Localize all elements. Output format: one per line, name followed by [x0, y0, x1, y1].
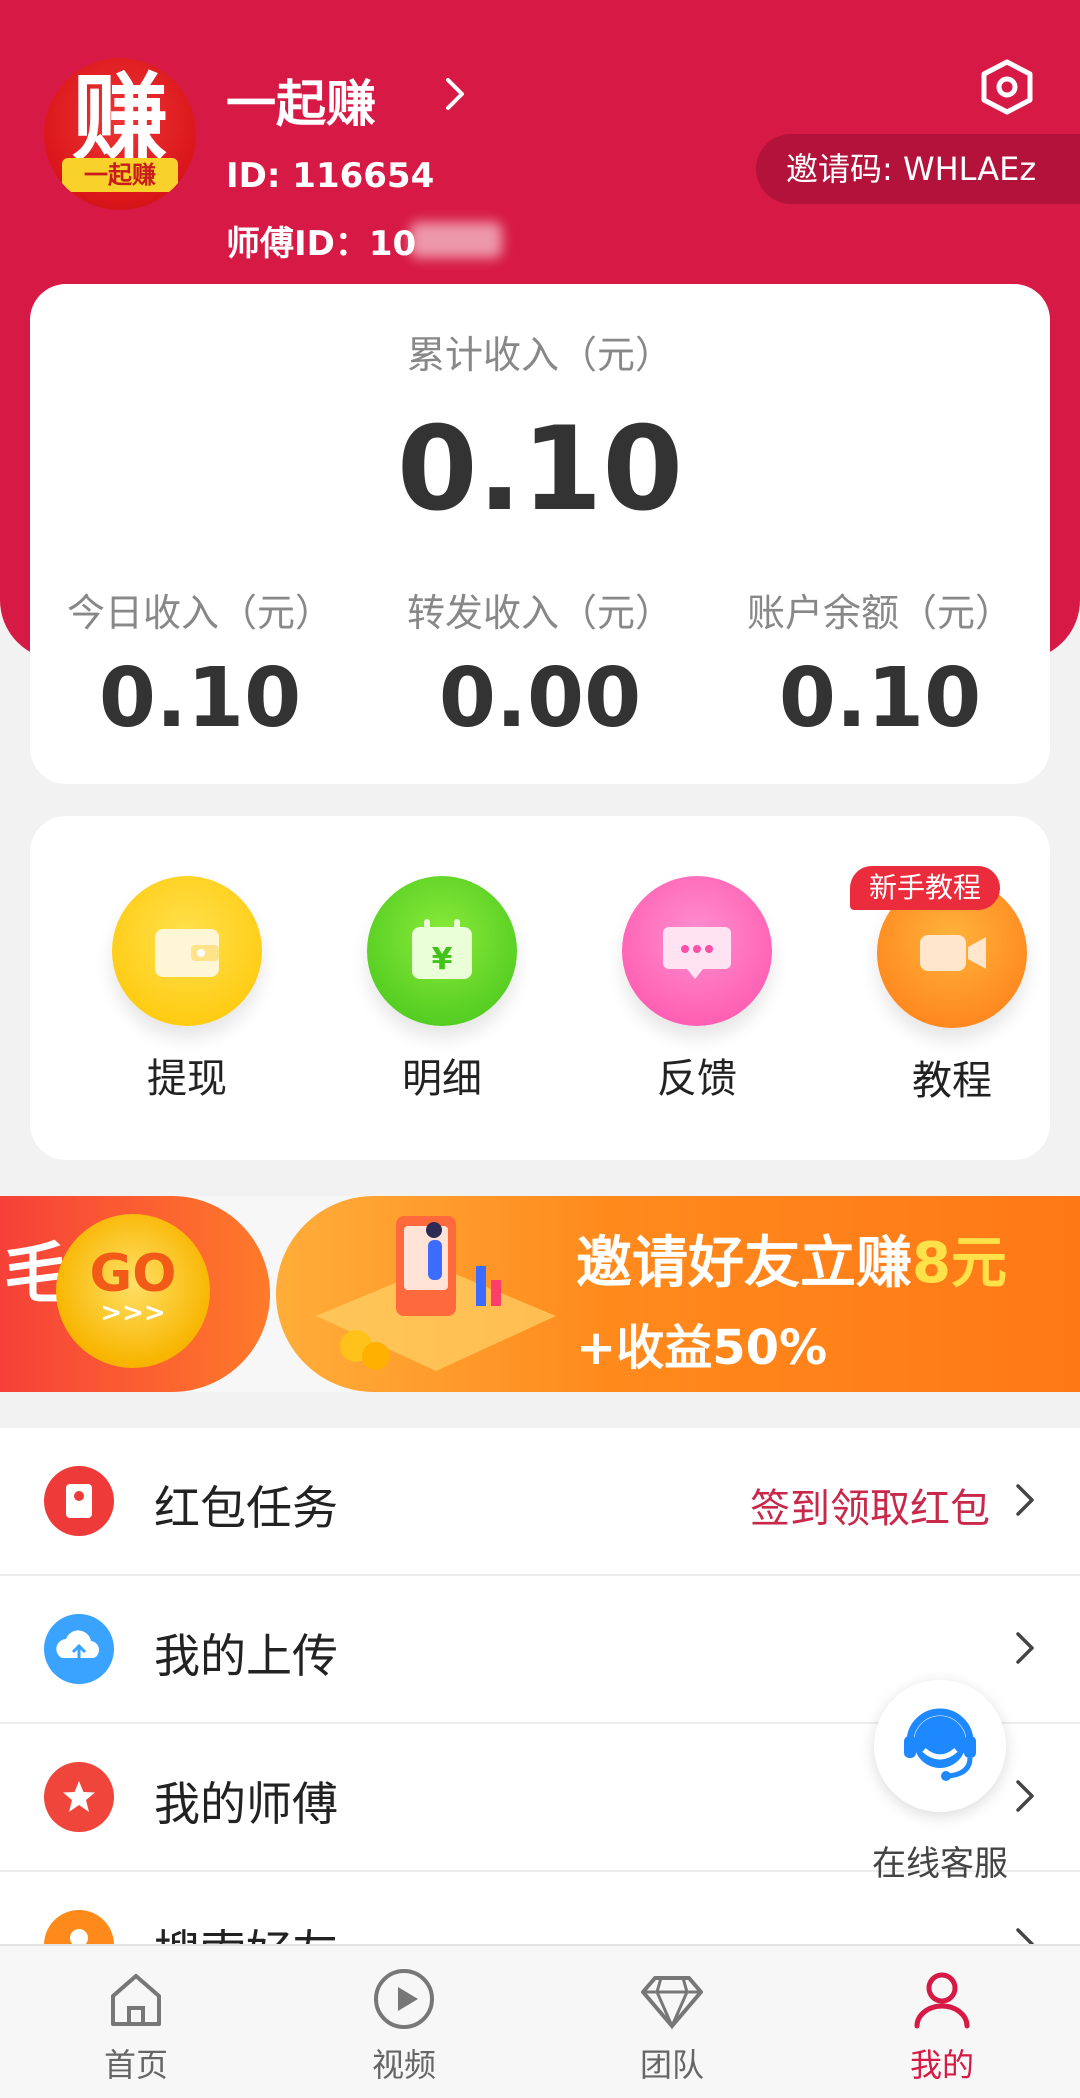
menu-item-hint: 签到领取红包	[750, 1486, 990, 1532]
play-icon	[374, 1969, 434, 2029]
stat-value: 0.10	[778, 651, 982, 746]
masked-id-blur	[410, 222, 502, 258]
banner-title-highlight: 8元	[912, 1231, 1007, 1296]
chevron-right-icon	[1016, 1780, 1034, 1812]
banner-title: 邀请好友立赚8元	[576, 1218, 1007, 1299]
user-id: ID: 116654	[226, 156, 435, 196]
invite-code-pill[interactable]: 邀请码: WHLAEz	[756, 134, 1080, 204]
stat-label: 转发收入（元）	[406, 591, 673, 635]
svg-text:¥: ¥	[432, 942, 453, 977]
tab-label: 视频	[371, 2046, 436, 2084]
earnings-card: 累计收入（元） 0.10 今日收入（元） 0.10 转发收入（元） 0.00 账…	[30, 284, 1050, 784]
tab-team[interactable]: 团队	[572, 1964, 772, 2086]
menu-item-label: 红包任务	[154, 1481, 338, 1535]
avatar-ribbon: 一起赚	[62, 158, 178, 192]
chevron-right-icon	[1016, 1484, 1034, 1516]
tab-mine[interactable]: 我的	[842, 1964, 1042, 2086]
function-label: 明细	[402, 1056, 482, 1102]
feedback-button[interactable]: 反馈	[597, 876, 797, 1104]
settings-hexagon-icon[interactable]	[980, 58, 1034, 116]
account-balance: 账户余额（元） 0.10	[710, 582, 1050, 746]
banner-illustration	[316, 1216, 556, 1371]
wallet-icon	[155, 929, 219, 977]
bottom-tab-bar: 首页 视频 团队 我的	[0, 1944, 1080, 2098]
tab-label: 首页	[103, 2046, 168, 2084]
user-name[interactable]: 一起赚	[226, 64, 376, 136]
go-arrows: >>>	[100, 1298, 166, 1328]
chevron-right-icon	[1016, 1632, 1034, 1664]
headset-agent-icon	[904, 1708, 976, 1781]
details-circle: ¥	[367, 876, 517, 1026]
total-income-value: 0.10	[396, 402, 684, 537]
calendar-yen-icon: ¥	[412, 919, 472, 979]
function-label: 反馈	[657, 1056, 737, 1102]
diamond-icon	[641, 1976, 703, 2030]
function-label: 教程	[912, 1058, 992, 1104]
banner-subtitle: +收益50%	[576, 1320, 828, 1376]
withdraw-circle	[112, 876, 262, 1026]
stat-label: 账户余额（元）	[746, 591, 1013, 635]
tutorial-button[interactable]: 教程	[852, 878, 1052, 1106]
today-income: 今日收入（元） 0.10	[30, 582, 370, 746]
cloud-upload-icon	[44, 1614, 114, 1684]
stat-value: 0.10	[98, 651, 302, 746]
new-user-tutorial-badge: 新手教程	[850, 866, 1000, 910]
red-envelope-icon	[44, 1466, 114, 1536]
menu-item-label: 我的师傅	[154, 1777, 338, 1831]
function-label: 提现	[147, 1056, 227, 1102]
star-icon	[44, 1762, 114, 1832]
banner-left-segment: 毛 GO >>>	[0, 1196, 270, 1392]
tab-video[interactable]: 视频	[304, 1964, 504, 2086]
stat-label: 今日收入（元）	[66, 591, 333, 635]
chat-bubble-icon	[663, 927, 731, 979]
total-income-label: 累计收入（元）	[406, 333, 673, 377]
chevron-right-icon[interactable]	[440, 74, 470, 114]
banner-title-a: 邀请好友立赚	[576, 1231, 912, 1296]
withdraw-button[interactable]: 提现	[87, 876, 287, 1104]
online-support-button[interactable]	[874, 1680, 1006, 1812]
tab-label: 我的	[909, 2046, 974, 2084]
avatar[interactable]: 赚 一起赚	[44, 58, 196, 210]
stat-value: 0.00	[438, 651, 642, 746]
user-icon	[914, 1972, 970, 2029]
feedback-circle	[622, 876, 772, 1026]
home-icon	[111, 1974, 161, 2026]
online-support-label[interactable]: 在线客服	[850, 1836, 1030, 1885]
tab-home[interactable]: 首页	[36, 1964, 236, 2086]
menu-item-red-envelope-task[interactable]: 红包任务 签到领取红包	[0, 1428, 1080, 1576]
video-camera-icon	[920, 935, 986, 971]
menu-item-label: 我的上传	[154, 1629, 338, 1683]
tab-label: 团队	[639, 2046, 704, 2084]
details-button[interactable]: ¥ 明细	[342, 876, 542, 1104]
go-button[interactable]: GO >>>	[56, 1214, 210, 1368]
invite-banner[interactable]: 邀请好友立赚8元 +收益50%	[276, 1196, 1080, 1392]
function-card: 提现 ¥ 明细 反馈 教程 新手教程	[30, 816, 1050, 1160]
share-income: 转发收入（元） 0.00	[370, 582, 710, 746]
master-id: 师傅ID：10	[226, 224, 417, 264]
promo-banner[interactable]: 毛 GO >>> 邀请好友立赚8元 +收益50%	[0, 1196, 1080, 1392]
go-text: GO	[89, 1244, 177, 1304]
person-icon	[44, 1910, 114, 1948]
